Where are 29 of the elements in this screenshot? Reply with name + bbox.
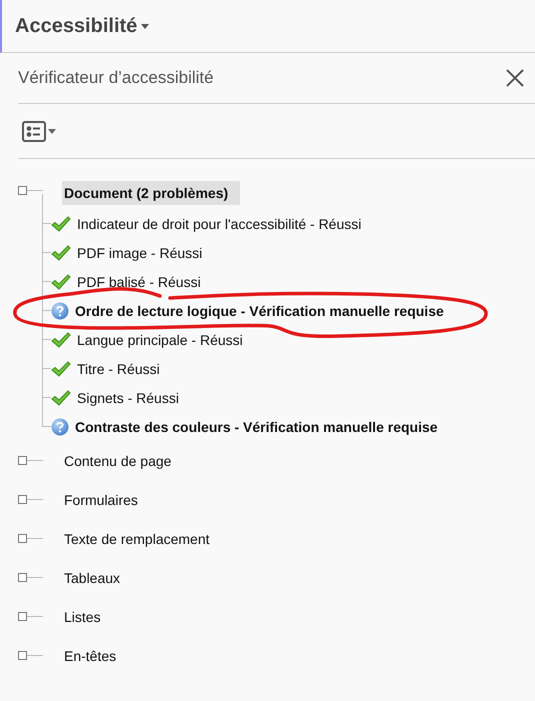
panel-title: Vérificateur d’accessibilité (18, 68, 214, 88)
tree-item[interactable]: Formulaires (62, 488, 140, 512)
expander-box[interactable] (18, 651, 27, 660)
expander-box[interactable] (18, 186, 27, 195)
tree-item[interactable]: Contenu de page (62, 448, 174, 472)
expander-box[interactable] (18, 573, 27, 582)
check-result[interactable]: Indicateur de droit pour l'accessibilité - Réussi (77, 216, 362, 232)
check-result[interactable]: Langue principale - Réussi (77, 332, 243, 348)
check-result[interactable]: PDF balisé - Réussi (77, 274, 201, 290)
tree-item[interactable]: En-têtes (62, 644, 118, 668)
close-button[interactable] (505, 68, 525, 88)
tree-item[interactable]: Document (2 problèmes) (62, 180, 240, 204)
expander-box[interactable] (18, 456, 27, 465)
list-icon (22, 120, 46, 142)
tree-item[interactable]: Texte de remplacement (62, 526, 212, 550)
expander-box[interactable] (18, 612, 27, 621)
tree-item[interactable]: Tableaux (62, 566, 122, 590)
tree-item[interactable]: Listes (62, 604, 103, 628)
check-result[interactable]: Signets - Réussi (77, 390, 179, 406)
expander-box[interactable] (18, 495, 27, 504)
caret-icon[interactable] (141, 24, 150, 28)
caret-icon (48, 128, 56, 134)
check-result[interactable]: Ordre de lecture logique - Vérification manuelle requise (75, 302, 444, 318)
check-result[interactable]: Contraste des couleurs - Vérification manuelle requise (75, 418, 438, 434)
options-menu-button[interactable] (22, 120, 56, 142)
expander-box[interactable] (18, 534, 27, 543)
panel-heading[interactable]: Accessibilité (15, 14, 138, 38)
check-result[interactable]: PDF image - Réussi (77, 244, 202, 260)
check-result[interactable]: Titre - Réussi (77, 360, 160, 376)
